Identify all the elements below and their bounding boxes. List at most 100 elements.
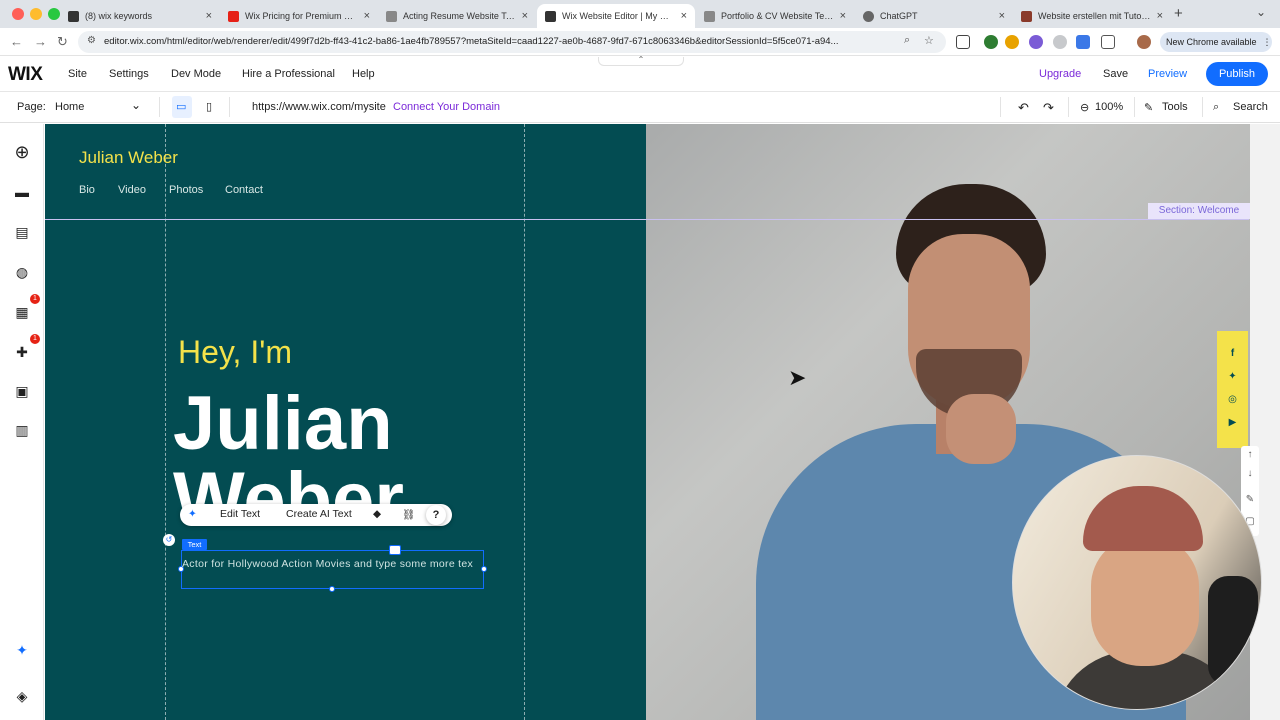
address-bar[interactable]: ⚙ editor.wix.com/html/editor/web/rendere… bbox=[78, 31, 946, 53]
close-tab-icon[interactable]: × bbox=[364, 10, 370, 22]
site-nav-video[interactable]: Video bbox=[118, 184, 146, 196]
back-arrow-icon[interactable]: ← bbox=[10, 34, 23, 49]
upgrade-button[interactable]: Upgrade bbox=[1039, 68, 1081, 80]
twitter-icon[interactable]: ✦ bbox=[1217, 371, 1248, 382]
layers-icon[interactable]: ◈ bbox=[14, 688, 30, 704]
youtube-icon[interactable]: ▶ bbox=[1217, 417, 1248, 428]
business-tools-icon[interactable]: ✚ bbox=[14, 344, 30, 360]
reload-icon[interactable]: ↻ bbox=[57, 34, 68, 50]
name-heading-line1[interactable]: Julian bbox=[173, 386, 393, 462]
bookmark-star-icon[interactable]: ☆ bbox=[924, 34, 934, 47]
divider bbox=[229, 97, 230, 117]
close-tab-icon[interactable]: × bbox=[840, 10, 846, 22]
create-ai-text-button[interactable]: Create AI Text bbox=[286, 508, 352, 520]
preview-button[interactable]: Preview bbox=[1148, 68, 1187, 80]
extension-icon[interactable] bbox=[1053, 35, 1067, 49]
redo-icon[interactable]: ↷ bbox=[1043, 100, 1054, 116]
search-button[interactable]: Search bbox=[1233, 101, 1268, 113]
media-icon[interactable]: ▣ bbox=[14, 383, 30, 399]
edit-text-button[interactable]: Edit Text bbox=[220, 508, 260, 520]
browser-tab-wix-keywords[interactable]: (8) wix keywords × bbox=[60, 4, 220, 28]
element-type-tag: Text bbox=[182, 539, 207, 550]
body-text[interactable]: Actor for Hollywood Action Movies and ty… bbox=[182, 554, 482, 574]
cms-icon[interactable]: ▥ bbox=[14, 422, 30, 438]
close-tab-icon[interactable]: × bbox=[1157, 10, 1163, 22]
zoom-out-icon[interactable]: ⊖ bbox=[1080, 101, 1089, 114]
design-icon[interactable]: ◍ bbox=[14, 264, 30, 280]
close-tab-icon[interactable]: × bbox=[681, 10, 687, 22]
menu-settings[interactable]: Settings bbox=[109, 68, 149, 80]
screenshot-extension-icon[interactable] bbox=[956, 35, 970, 49]
notion-favicon-icon bbox=[68, 10, 79, 22]
site-info-icon[interactable]: ⚙ bbox=[87, 35, 96, 46]
wix-logo[interactable]: WIX bbox=[8, 64, 43, 86]
add-section-icon[interactable]: ▬ bbox=[14, 184, 30, 200]
browser-tab-website-erstellen[interactable]: Website erstellen mit Tutorial × bbox=[1013, 4, 1171, 28]
menu-site[interactable]: Site bbox=[68, 68, 87, 80]
youtube-favicon-icon bbox=[228, 10, 239, 22]
facebook-icon[interactable]: f bbox=[1217, 348, 1248, 359]
save-button[interactable]: Save bbox=[1103, 68, 1128, 80]
extension-icon[interactable] bbox=[1029, 35, 1043, 49]
minimize-window-button[interactable] bbox=[30, 8, 42, 20]
photo-hand-shape bbox=[946, 394, 1016, 464]
help-icon[interactable]: ? bbox=[426, 505, 446, 525]
extension-icon[interactable] bbox=[1005, 35, 1019, 49]
animation-icon[interactable]: ◆ bbox=[373, 508, 381, 520]
browser-tab-wix-editor[interactable]: Wix Website Editor | My Site × bbox=[537, 4, 695, 28]
editor-canvas[interactable]: Julian Weber Bio Video Photos Contact He… bbox=[45, 124, 1280, 720]
greeting-heading[interactable]: Hey, I'm bbox=[178, 334, 292, 371]
divider bbox=[1068, 97, 1069, 117]
welcome-text-panel[interactable]: Julian Weber Bio Video Photos Contact He… bbox=[45, 124, 646, 720]
close-tab-icon[interactable]: × bbox=[522, 10, 528, 22]
ai-sparkle-icon[interactable]: ✦ bbox=[188, 508, 197, 520]
forward-arrow-icon[interactable]: → bbox=[34, 34, 47, 49]
mobile-view-icon[interactable]: ▯ bbox=[206, 100, 212, 113]
new-tab-icon[interactable]: + bbox=[1174, 5, 1183, 22]
extension-icon[interactable] bbox=[984, 35, 998, 49]
publish-button[interactable]: Publish bbox=[1206, 62, 1268, 86]
undo-icon[interactable]: ↶ bbox=[1018, 100, 1029, 116]
close-window-button[interactable] bbox=[12, 8, 24, 20]
close-tab-icon[interactable]: × bbox=[999, 10, 1005, 22]
collapse-topbar-chevron-icon[interactable]: ⌃ bbox=[598, 56, 684, 66]
browser-tab-portfolio[interactable]: Portfolio & CV Website Temp × bbox=[696, 4, 854, 28]
extensions-puzzle-icon[interactable] bbox=[1101, 35, 1115, 49]
tools-button[interactable]: Tools bbox=[1162, 101, 1188, 113]
browser-tab-wix-pricing[interactable]: Wix Pricing for Premium Plans × bbox=[220, 4, 378, 28]
resize-handle[interactable] bbox=[329, 586, 335, 592]
rotate-handle-icon[interactable]: ↺ bbox=[163, 534, 175, 546]
profile-avatar-icon[interactable] bbox=[1137, 35, 1151, 49]
section-label-badge[interactable]: Section: Welcome bbox=[1148, 203, 1250, 219]
new-chrome-available-button[interactable]: New Chrome available ⋮ bbox=[1160, 32, 1272, 52]
tab-search-chevron-icon[interactable]: ⌄ bbox=[1256, 5, 1266, 19]
add-apps-icon[interactable]: ▦ bbox=[14, 304, 30, 320]
menu-hire-a-professional[interactable]: Hire a Professional bbox=[242, 68, 335, 80]
extension-icon[interactable] bbox=[1076, 35, 1090, 49]
instagram-icon[interactable]: ◎ bbox=[1217, 394, 1248, 405]
site-title[interactable]: Julian Weber bbox=[79, 148, 178, 168]
site-nav-contact[interactable]: Contact bbox=[225, 184, 263, 196]
zoom-level[interactable]: 100% bbox=[1095, 101, 1123, 113]
site-nav-bio[interactable]: Bio bbox=[79, 184, 95, 196]
tab-label: Acting Resume Website Temp bbox=[403, 11, 516, 21]
add-elements-icon[interactable]: ⊕ bbox=[14, 143, 30, 161]
tools-icon: ✎ bbox=[1144, 102, 1154, 114]
browser-tab-acting-resume[interactable]: Acting Resume Website Temp × bbox=[378, 4, 536, 28]
divider bbox=[1134, 97, 1135, 117]
social-bar: f ✦ ◎ ▶ bbox=[1217, 331, 1248, 448]
maximize-window-button[interactable] bbox=[48, 8, 60, 20]
link-icon[interactable]: ⛓ bbox=[402, 508, 415, 521]
ai-assistant-icon[interactable]: ✦ bbox=[14, 642, 30, 658]
name-heading-line2[interactable]: Weber bbox=[173, 462, 404, 538]
site-nav-photos[interactable]: Photos bbox=[169, 184, 203, 196]
zoom-icon[interactable]: ⌕ bbox=[904, 34, 910, 47]
pages-menu-icon[interactable]: ▤ bbox=[14, 224, 30, 240]
close-tab-icon[interactable]: × bbox=[206, 10, 212, 22]
browser-tab-chatgpt[interactable]: ChatGPT × bbox=[855, 4, 1013, 28]
menu-help[interactable]: Help bbox=[352, 68, 375, 80]
connect-domain-link[interactable]: Connect Your Domain bbox=[393, 101, 500, 113]
menu-dev-mode[interactable]: Dev Mode bbox=[171, 68, 221, 80]
chevron-down-icon[interactable]: ⌄ bbox=[131, 98, 141, 112]
page-selector[interactable]: Home bbox=[55, 101, 84, 113]
